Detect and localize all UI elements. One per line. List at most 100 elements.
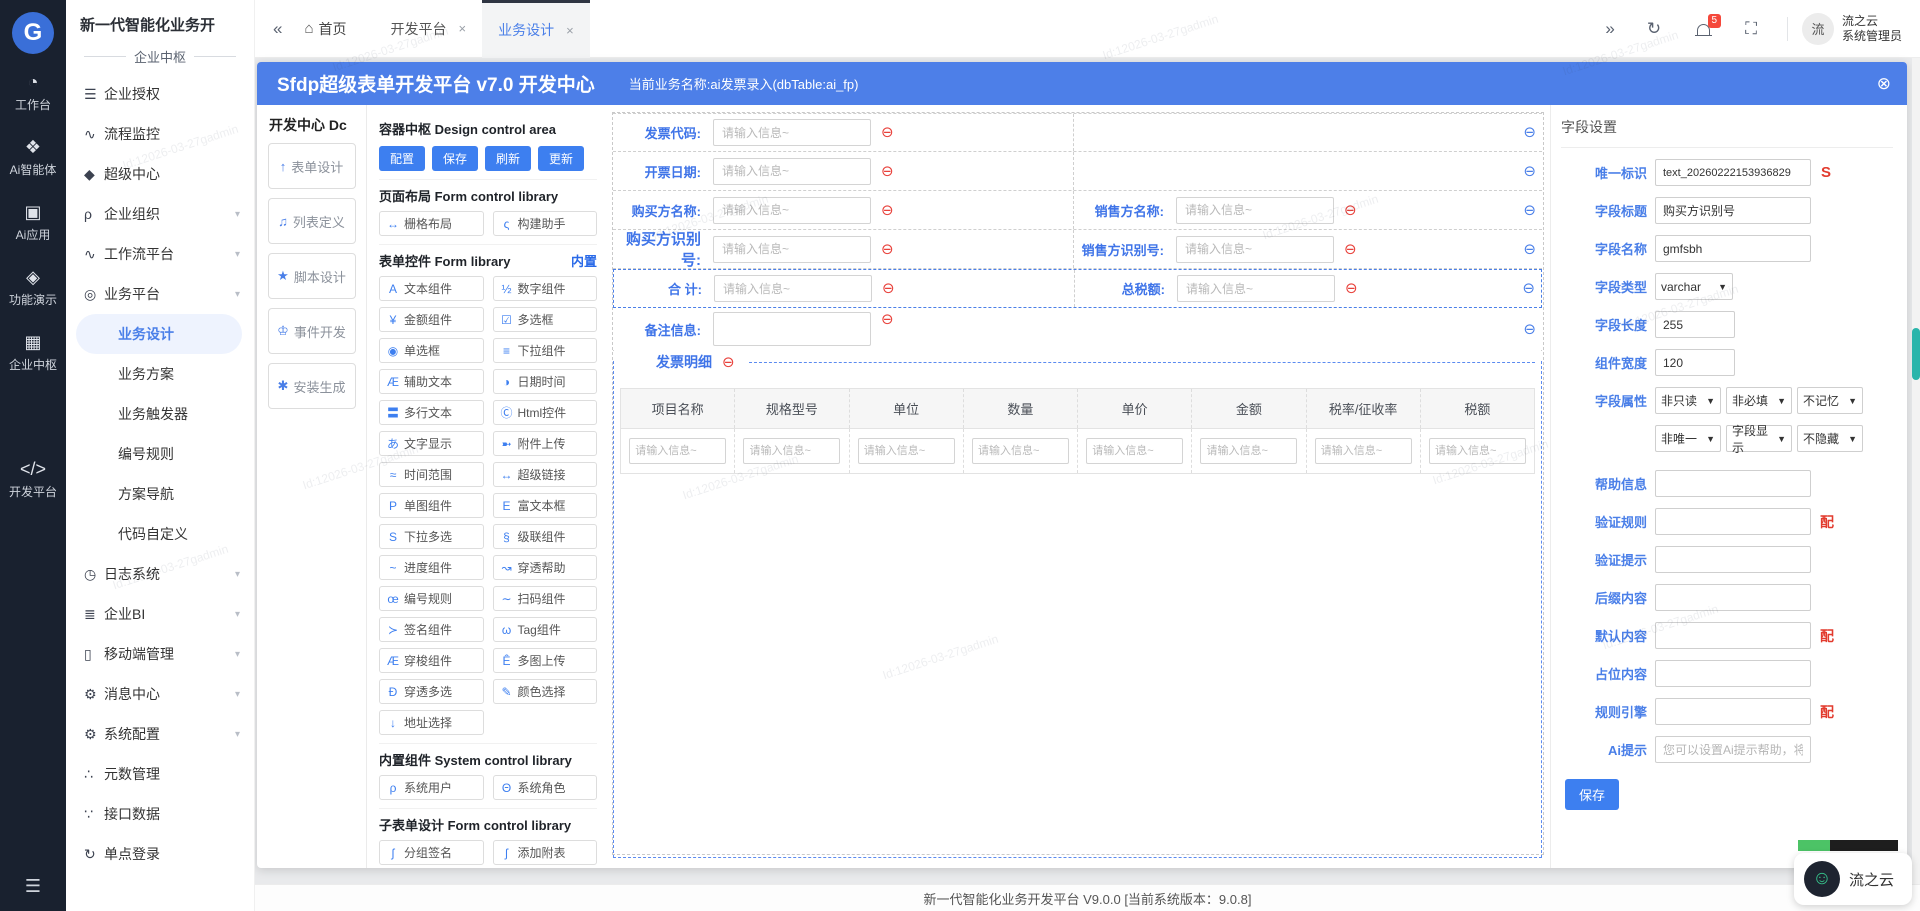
invoice-detail-subtable[interactable]: 发票明细 ⊖ 项目名称 规格型号 单位 数量 单价 金额 税率/征收率 税额 — [613, 348, 1542, 858]
install-generate-button[interactable]: ✱ 安装生成 — [267, 363, 356, 409]
address-picker-item[interactable]: ↓ 地址选择 — [379, 710, 484, 735]
sidebar-item-workflow[interactable]: ∿ 工作流平台 ▾ — [66, 234, 254, 274]
remove-field-icon[interactable]: ⊖ — [881, 203, 894, 218]
time-range-item[interactable]: ≈ 时间范围 — [379, 462, 484, 487]
rail-item-dev-platform[interactable]: </> 开发平台 — [0, 459, 66, 500]
field-title-input[interactable] — [1655, 197, 1811, 224]
memory-select[interactable]: 不记忆 ▼ — [1797, 387, 1863, 414]
remove-field-icon[interactable]: ⊖ — [1344, 203, 1357, 218]
readonly-select[interactable]: 非只读 ▼ — [1655, 387, 1721, 414]
quantity-input[interactable] — [971, 438, 1069, 464]
remove-row-icon[interactable]: ⊖ — [1523, 125, 1536, 140]
ai-tip-input[interactable] — [1655, 736, 1811, 763]
remove-field-icon[interactable]: ⊖ — [881, 242, 894, 257]
close-dialog-icon[interactable]: ⊗ — [1877, 74, 1891, 94]
text-component-item[interactable]: A 文本组件 — [379, 276, 484, 301]
default-content-input[interactable] — [1655, 622, 1811, 649]
sidebar-item-business-design[interactable]: 业务设计 — [76, 314, 242, 354]
collapse-tabs-icon[interactable]: « — [273, 19, 282, 39]
sidebar-item-auth[interactable]: ☰ 企业授权 — [66, 74, 254, 114]
sidebar-item-number-rule[interactable]: 编号规则 — [66, 434, 254, 474]
form-row-invoice-date[interactable]: 开票日期: ⊖ ⊖ — [613, 152, 1542, 191]
close-tab-icon[interactable]: × — [566, 23, 574, 38]
remark-textarea[interactable] — [713, 312, 871, 346]
system-user-item[interactable]: ρ 系统用户 — [379, 775, 484, 800]
sidebar-item-code-custom[interactable]: 代码自定义 — [66, 514, 254, 554]
rail-item-ai-app[interactable]: ▣ Ai应用 — [0, 202, 66, 243]
signature-item[interactable]: ≻ 签名组件 — [379, 617, 484, 642]
color-picker-item[interactable]: ✎ 颜色选择 — [492, 679, 597, 704]
tax-amount-input[interactable] — [1428, 438, 1526, 464]
remove-field-icon[interactable]: ⊖ — [881, 164, 894, 179]
tab-dev-platform[interactable]: 开发平台 × — [375, 0, 483, 58]
grid-layout-item[interactable]: ↔ 栅格布局 — [379, 211, 484, 236]
remove-row-icon[interactable]: ⊖ — [1523, 203, 1536, 218]
form-row-total-selected[interactable]: 合 计: ⊖ 总税额: ⊖ ⊖ — [613, 269, 1542, 308]
sidebar-item-message-center[interactable]: ⚙ 消息中心 ▾ — [66, 674, 254, 714]
sidebar-item-business-trigger[interactable]: 业务触发器 — [66, 394, 254, 434]
save-button[interactable]: 保存 — [432, 146, 479, 171]
component-width-input[interactable] — [1655, 349, 1735, 376]
add-subtable-item[interactable]: ʃ 添加附表 — [492, 840, 597, 865]
rule-engine-input[interactable] — [1655, 698, 1811, 725]
sidebar-item-super-center[interactable]: ◆ 超级中心 — [66, 154, 254, 194]
total-input[interactable] — [714, 275, 872, 302]
remove-field-icon[interactable]: ⊖ — [881, 125, 894, 140]
amount-input[interactable] — [1200, 438, 1298, 464]
sidebar-item-org[interactable]: ρ 企业组织 ▾ — [66, 194, 254, 234]
form-row-buyer-tax-id[interactable]: 购买方识别号: ⊖ 销售方识别号: ⊖ ⊖ — [613, 230, 1542, 269]
single-image-item[interactable]: P 单图组件 — [379, 493, 484, 518]
display-select[interactable]: 字段显示 ▼ — [1726, 424, 1792, 455]
multiline-text-item[interactable]: 〓多行文本 — [379, 400, 484, 425]
datetime-item[interactable]: ◑ 日期时间 — [492, 369, 597, 394]
remove-row-icon[interactable]: ⊖ — [1523, 322, 1536, 337]
hyperlink-item[interactable]: ↔ 超级链接 — [492, 462, 597, 487]
remove-row-icon[interactable]: ⊖ — [1523, 164, 1536, 179]
spec-model-input[interactable] — [743, 438, 841, 464]
configure-link[interactable]: 配 — [1820, 626, 1834, 646]
total-tax-input[interactable] — [1177, 275, 1335, 302]
scan-code-item[interactable]: ∼ 扫码组件 — [492, 586, 597, 611]
radio-item[interactable]: ◉ 单选框 — [379, 338, 484, 363]
multi-select-dropdown-item[interactable]: S 下拉多选 — [379, 524, 484, 549]
build-assistant-item[interactable]: ς 构建助手 — [492, 211, 597, 236]
rail-item-enterprise-hub[interactable]: ▦ 企业中枢 — [0, 332, 66, 373]
user-info[interactable]: 流之云 系统管理员 — [1842, 14, 1902, 44]
field-length-input[interactable] — [1655, 311, 1735, 338]
notifications-bell-icon[interactable]: 5 — [1695, 13, 1722, 37]
scrollbar-thumb[interactable] — [1912, 328, 1920, 380]
script-design-button[interactable]: ★ 脚本设计 — [267, 253, 356, 299]
expand-tabs-icon[interactable]: » — [1605, 19, 1614, 39]
form-row-buyer-name[interactable]: 购买方名称: ⊖ 销售方名称: ⊖ ⊖ — [613, 191, 1542, 230]
tab-business-design[interactable]: 业务设计 × — [482, 0, 590, 58]
suffix-content-input[interactable] — [1655, 584, 1811, 611]
money-component-item[interactable]: ¥ 金额组件 — [379, 307, 484, 332]
field-name-input[interactable] — [1655, 235, 1811, 262]
attachment-upload-item[interactable]: ➼ 附件上传 — [492, 431, 597, 456]
transfer-item[interactable]: Æ 穿梭组件 — [379, 648, 484, 673]
tag-item[interactable]: ω Tag组件 — [492, 617, 597, 642]
sidebar-item-metadata[interactable]: ∴ 元数管理 — [66, 754, 254, 794]
sidebar-item-business-platform[interactable]: ◎ 业务平台 ▾ — [66, 274, 254, 314]
scrollbar-track[interactable] — [1912, 58, 1920, 884]
remove-field-icon[interactable]: ⊖ — [1345, 281, 1358, 296]
required-select[interactable]: 非必填 ▼ — [1726, 387, 1792, 414]
seller-tax-id-input[interactable] — [1176, 235, 1334, 263]
remove-field-icon[interactable]: ⊖ — [1344, 242, 1357, 257]
sidebar-item-process-monitor[interactable]: ∿ 流程监控 — [66, 114, 254, 154]
close-tab-icon[interactable]: × — [459, 21, 467, 36]
form-design-button[interactable]: ↑ 表单设计 — [267, 143, 356, 189]
unit-price-input[interactable] — [1086, 438, 1184, 464]
remove-row-icon[interactable]: ⊖ — [1523, 242, 1536, 257]
number-component-item[interactable]: ½ 数字组件 — [492, 276, 597, 301]
configure-link[interactable]: 配 — [1820, 702, 1834, 722]
rail-item-workbench[interactable]: ◔ 工作台 — [0, 72, 66, 113]
event-dev-button[interactable]: ♔ 事件开发 — [267, 308, 356, 354]
unique-id-input[interactable] — [1655, 159, 1811, 186]
placeholder-content-input[interactable] — [1655, 660, 1811, 687]
config-button[interactable]: 配置 — [379, 146, 426, 171]
save-field-button[interactable]: 保存 — [1565, 779, 1620, 810]
invoice-code-input[interactable] — [713, 119, 871, 146]
sidebar-item-system-config[interactable]: ⚙ 系统配置 ▾ — [66, 714, 254, 754]
progress-item[interactable]: ~ 进度组件 — [379, 555, 484, 580]
